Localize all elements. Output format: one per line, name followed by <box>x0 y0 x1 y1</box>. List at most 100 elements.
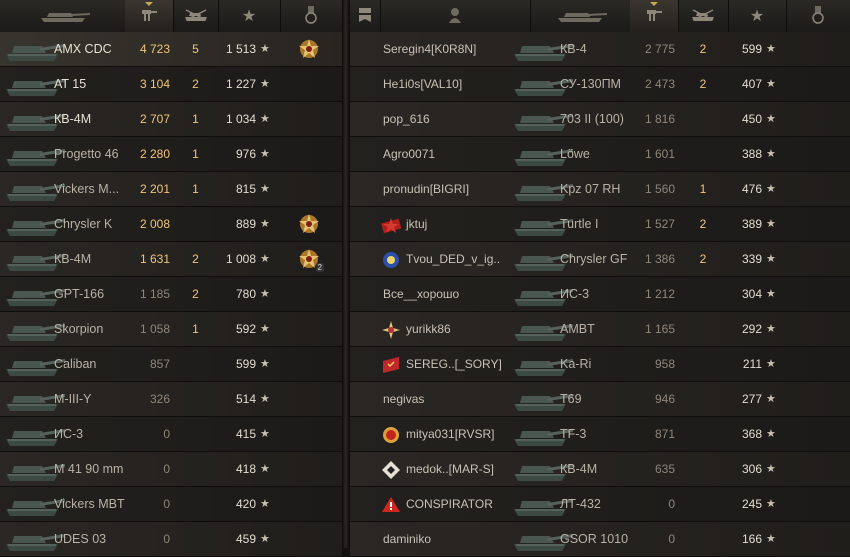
caret-down-icon <box>650 2 658 6</box>
table-row[interactable]: SEREG..[_SORY] Ka-Ri 958 211 ★ <box>350 347 850 382</box>
gold-medal-icon[interactable] <box>298 213 320 235</box>
vehicle-name: ИС-3 <box>560 287 590 301</box>
medal-column-header[interactable] <box>786 0 850 32</box>
kills-value: 1 <box>699 182 707 196</box>
damage-value: 1 185 <box>139 287 170 301</box>
table-row[interactable]: Tvou_DED_v_ig.. Chrysler GF 1 386 2 339 ★ <box>350 242 850 277</box>
kills-column-header[interactable] <box>678 0 729 32</box>
xp-value: 889 <box>235 217 256 231</box>
xp-column-header[interactable]: ★ <box>728 0 787 32</box>
table-row[interactable]: Vickers M... 2 201 1 815 ★ <box>0 172 342 207</box>
table-row[interactable]: UDES 03 0 459 ★ <box>0 522 342 557</box>
player-name[interactable]: Agro0071 <box>383 137 529 171</box>
table-row[interactable]: AT 15 3 104 2 1 227 ★ <box>0 67 342 102</box>
damage-value: 0 <box>163 427 170 441</box>
table-row[interactable]: medok..[MAR-S] КВ-4М 635 306 ★ <box>350 452 850 487</box>
vehicle-name: GSOR 1010 <box>560 532 629 546</box>
table-row[interactable]: GPT-166 1 185 2 780 ★ <box>0 277 342 312</box>
kills-value: 2 <box>699 217 707 231</box>
kills-value: 1 <box>192 112 199 126</box>
platoon-column-header[interactable] <box>350 0 381 32</box>
vehicle-name: Ka-Ri <box>560 357 592 371</box>
damage-value: 1 386 <box>644 252 675 266</box>
damage-column-header[interactable] <box>630 0 679 32</box>
table-row[interactable]: yurikk86 AMBT 1 165 292 ★ <box>350 312 850 347</box>
vehicle-name: AMBT <box>560 322 595 336</box>
table-row[interactable]: Progetto 46 2 280 1 976 ★ <box>0 137 342 172</box>
xp-value: 592 <box>235 322 256 336</box>
red-flag-emblem-icon <box>381 355 401 375</box>
table-row[interactable]: pronudin[BIGRI] Kpz 07 RH 1 560 1 476 ★ <box>350 172 850 207</box>
xp-value: 388 <box>741 147 762 161</box>
damage-value: 0 <box>163 497 170 511</box>
player-name[interactable]: daminiko <box>383 522 529 556</box>
xp-value: 599 <box>741 42 762 56</box>
table-row[interactable]: КВ-4М 2 707 1 1 034 ★ <box>0 102 342 137</box>
table-row[interactable]: daminiko GSOR 1010 0 166 ★ <box>350 522 850 557</box>
table-row[interactable]: mitya031[RVSR] TF-3 871 368 ★ <box>350 417 850 452</box>
kills-value <box>173 452 218 486</box>
table-row[interactable]: КВ-4М 1 631 2 1 008 ★ 2 <box>0 242 342 277</box>
table-row[interactable]: Chrysler K2 008 889 ★ <box>0 207 342 242</box>
table-row[interactable]: Skorpion 1 058 1 592 ★ <box>0 312 342 347</box>
kills-value: 2 <box>192 252 199 266</box>
xp-star-icon: ★ <box>260 463 270 475</box>
vehicle-name: 703 II (100) <box>560 112 624 126</box>
player-name[interactable]: negivas <box>383 382 529 416</box>
xp-value: 306 <box>741 462 762 476</box>
damage-icon <box>645 7 663 26</box>
xp-value: 418 <box>235 462 256 476</box>
damage-value: 2 280 <box>139 147 170 161</box>
tank-column-header[interactable] <box>530 0 631 32</box>
kills-value <box>678 382 728 416</box>
xp-star-icon: ★ <box>260 253 270 265</box>
vehicle-name: Kpz 07 RH <box>560 182 621 196</box>
platoon-icon <box>358 7 372 26</box>
table-row[interactable]: pop_616 703 II (100) 1 816 450 ★ <box>350 102 850 137</box>
damage-value: 0 <box>668 532 675 546</box>
tank-column-header[interactable] <box>0 0 126 32</box>
player-name[interactable]: Все__хорошо <box>383 277 529 311</box>
xp-star-icon: ★ <box>766 43 776 55</box>
tank-silhouette-icon <box>552 7 608 26</box>
kills-value <box>173 207 218 241</box>
table-row[interactable]: jktuj Turtle I1 527 2 389 ★ <box>350 207 850 242</box>
enemy-team-header: ★ <box>350 0 850 33</box>
table-row[interactable]: M-III-Y 326 514 ★ <box>0 382 342 417</box>
table-row[interactable]: negivas T69 946 277 ★ <box>350 382 850 417</box>
table-row[interactable]: Vickers MBT 0 420 ★ <box>0 487 342 522</box>
table-row[interactable]: ИС-3 0 415 ★ <box>0 417 342 452</box>
damage-value: 1 527 <box>644 217 675 231</box>
player-name[interactable]: pop_616 <box>383 102 529 136</box>
allied-team-rows: AMX CDC 4 723 5 1 513 ★ AT 15 3 104 2 1 227 ★ КВ-4… <box>0 32 342 557</box>
table-row[interactable]: Agro0071 Löwe 1 601 388 ★ <box>350 137 850 172</box>
table-row[interactable]: Seregin4[K0R8N] КВ-4 2 775 2 599 ★ <box>350 32 850 67</box>
player-name[interactable]: Seregin4[K0R8N] <box>383 32 529 66</box>
medal-column-header[interactable] <box>280 0 342 32</box>
gold-medal-icon[interactable]: 2 <box>298 248 324 272</box>
kills-column-header[interactable] <box>173 0 219 32</box>
kills-icon <box>690 8 716 25</box>
kills-value: 1 <box>192 147 199 161</box>
vehicle-name: КВ-4 <box>560 42 587 56</box>
table-row[interactable]: He1i0s[VAL10] СУ-130ПМ 2 473 2 407 ★ <box>350 67 850 102</box>
vehicle-name: Turtle I <box>560 217 599 231</box>
gold-medal-icon[interactable] <box>298 38 320 60</box>
player-column-header[interactable] <box>380 0 531 32</box>
xp-value: 245 <box>741 497 762 511</box>
kills-value <box>678 452 728 486</box>
damage-value: 1 601 <box>644 147 675 161</box>
damage-column-header[interactable] <box>125 0 174 32</box>
player-name[interactable]: pronudin[BIGRI] <box>383 172 529 206</box>
player-name[interactable]: He1i0s[VAL10] <box>383 67 529 101</box>
xp-star-icon: ★ <box>766 148 776 160</box>
vehicle-name: Löwe <box>560 147 590 161</box>
table-row[interactable]: AMX CDC 4 723 5 1 513 ★ <box>0 32 342 67</box>
xp-star-icon: ★ <box>766 463 776 475</box>
table-row[interactable]: CONSPIRATOR ЛТ-432 0 245 ★ <box>350 487 850 522</box>
table-row[interactable]: M 41 90 mm 0 418 ★ <box>0 452 342 487</box>
table-row[interactable]: Caliban 857 599 ★ <box>0 347 342 382</box>
table-row[interactable]: Все__хорошо ИС-3 1 212 304 ★ <box>350 277 850 312</box>
xp-value: 304 <box>741 287 762 301</box>
xp-column-header[interactable]: ★ <box>218 0 281 32</box>
